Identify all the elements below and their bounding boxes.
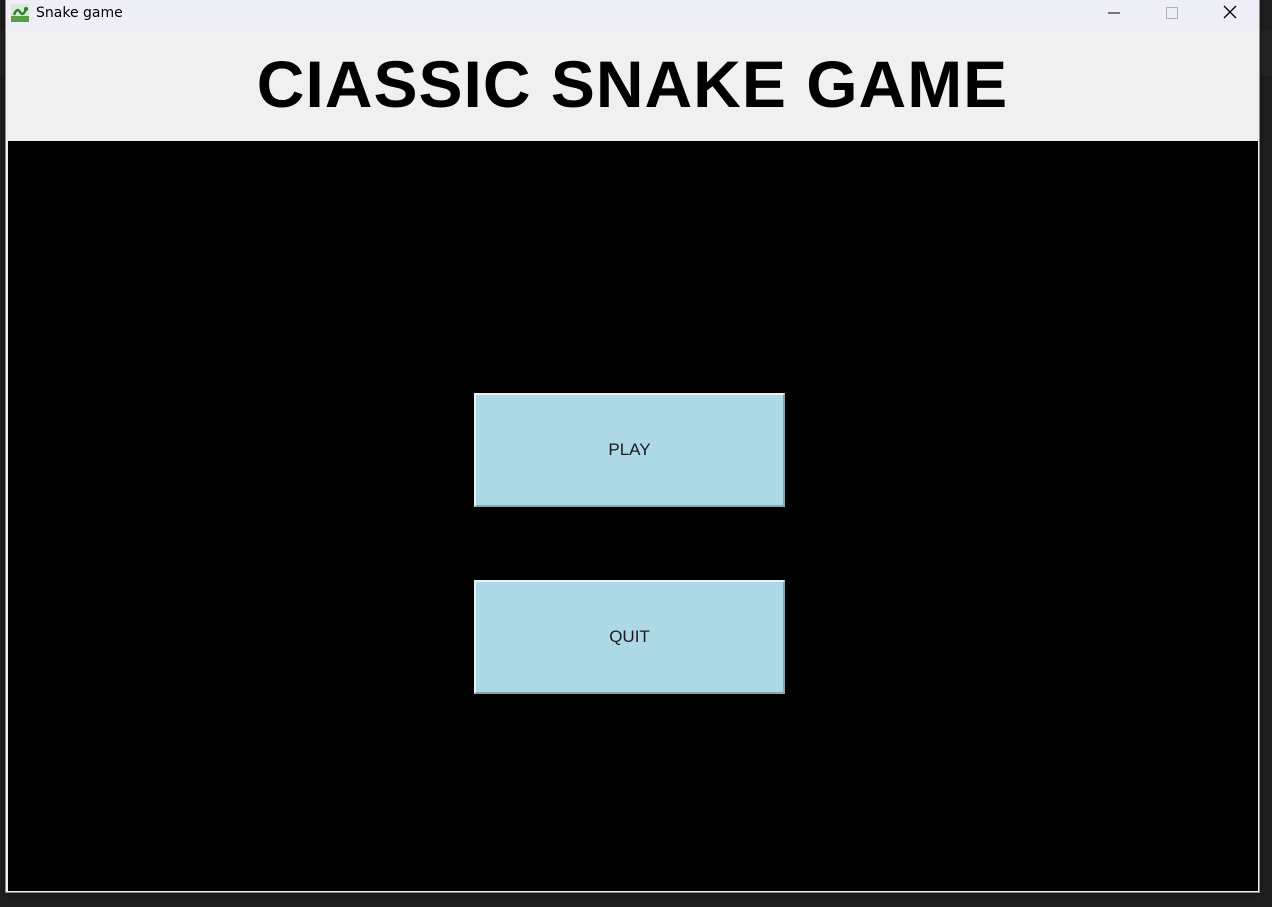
maximize-button[interactable] bbox=[1143, 0, 1201, 29]
minimize-icon bbox=[1108, 6, 1120, 24]
window-title: Snake game bbox=[36, 5, 123, 21]
minimize-button[interactable] bbox=[1085, 0, 1143, 29]
maximize-icon bbox=[1166, 6, 1178, 24]
close-icon bbox=[1223, 5, 1237, 24]
quit-button-label: QUIT bbox=[609, 627, 650, 646]
snake-app-icon bbox=[10, 3, 30, 23]
title-bar[interactable]: Snake game bbox=[6, 0, 1259, 29]
play-button-label: PLAY bbox=[608, 440, 651, 459]
quit-button[interactable]: QUIT bbox=[474, 580, 785, 694]
game-canvas[interactable]: PLAY QUIT bbox=[8, 141, 1258, 891]
game-header: CIASSIC SNAKE GAME bbox=[6, 29, 1259, 141]
play-button[interactable]: PLAY bbox=[474, 393, 785, 507]
close-button[interactable] bbox=[1201, 0, 1259, 29]
app-window: Snake game CIASSIC SNAKE GAME PLAY QUIT bbox=[5, 0, 1260, 893]
game-title: CIASSIC SNAKE GAME bbox=[256, 47, 1009, 121]
